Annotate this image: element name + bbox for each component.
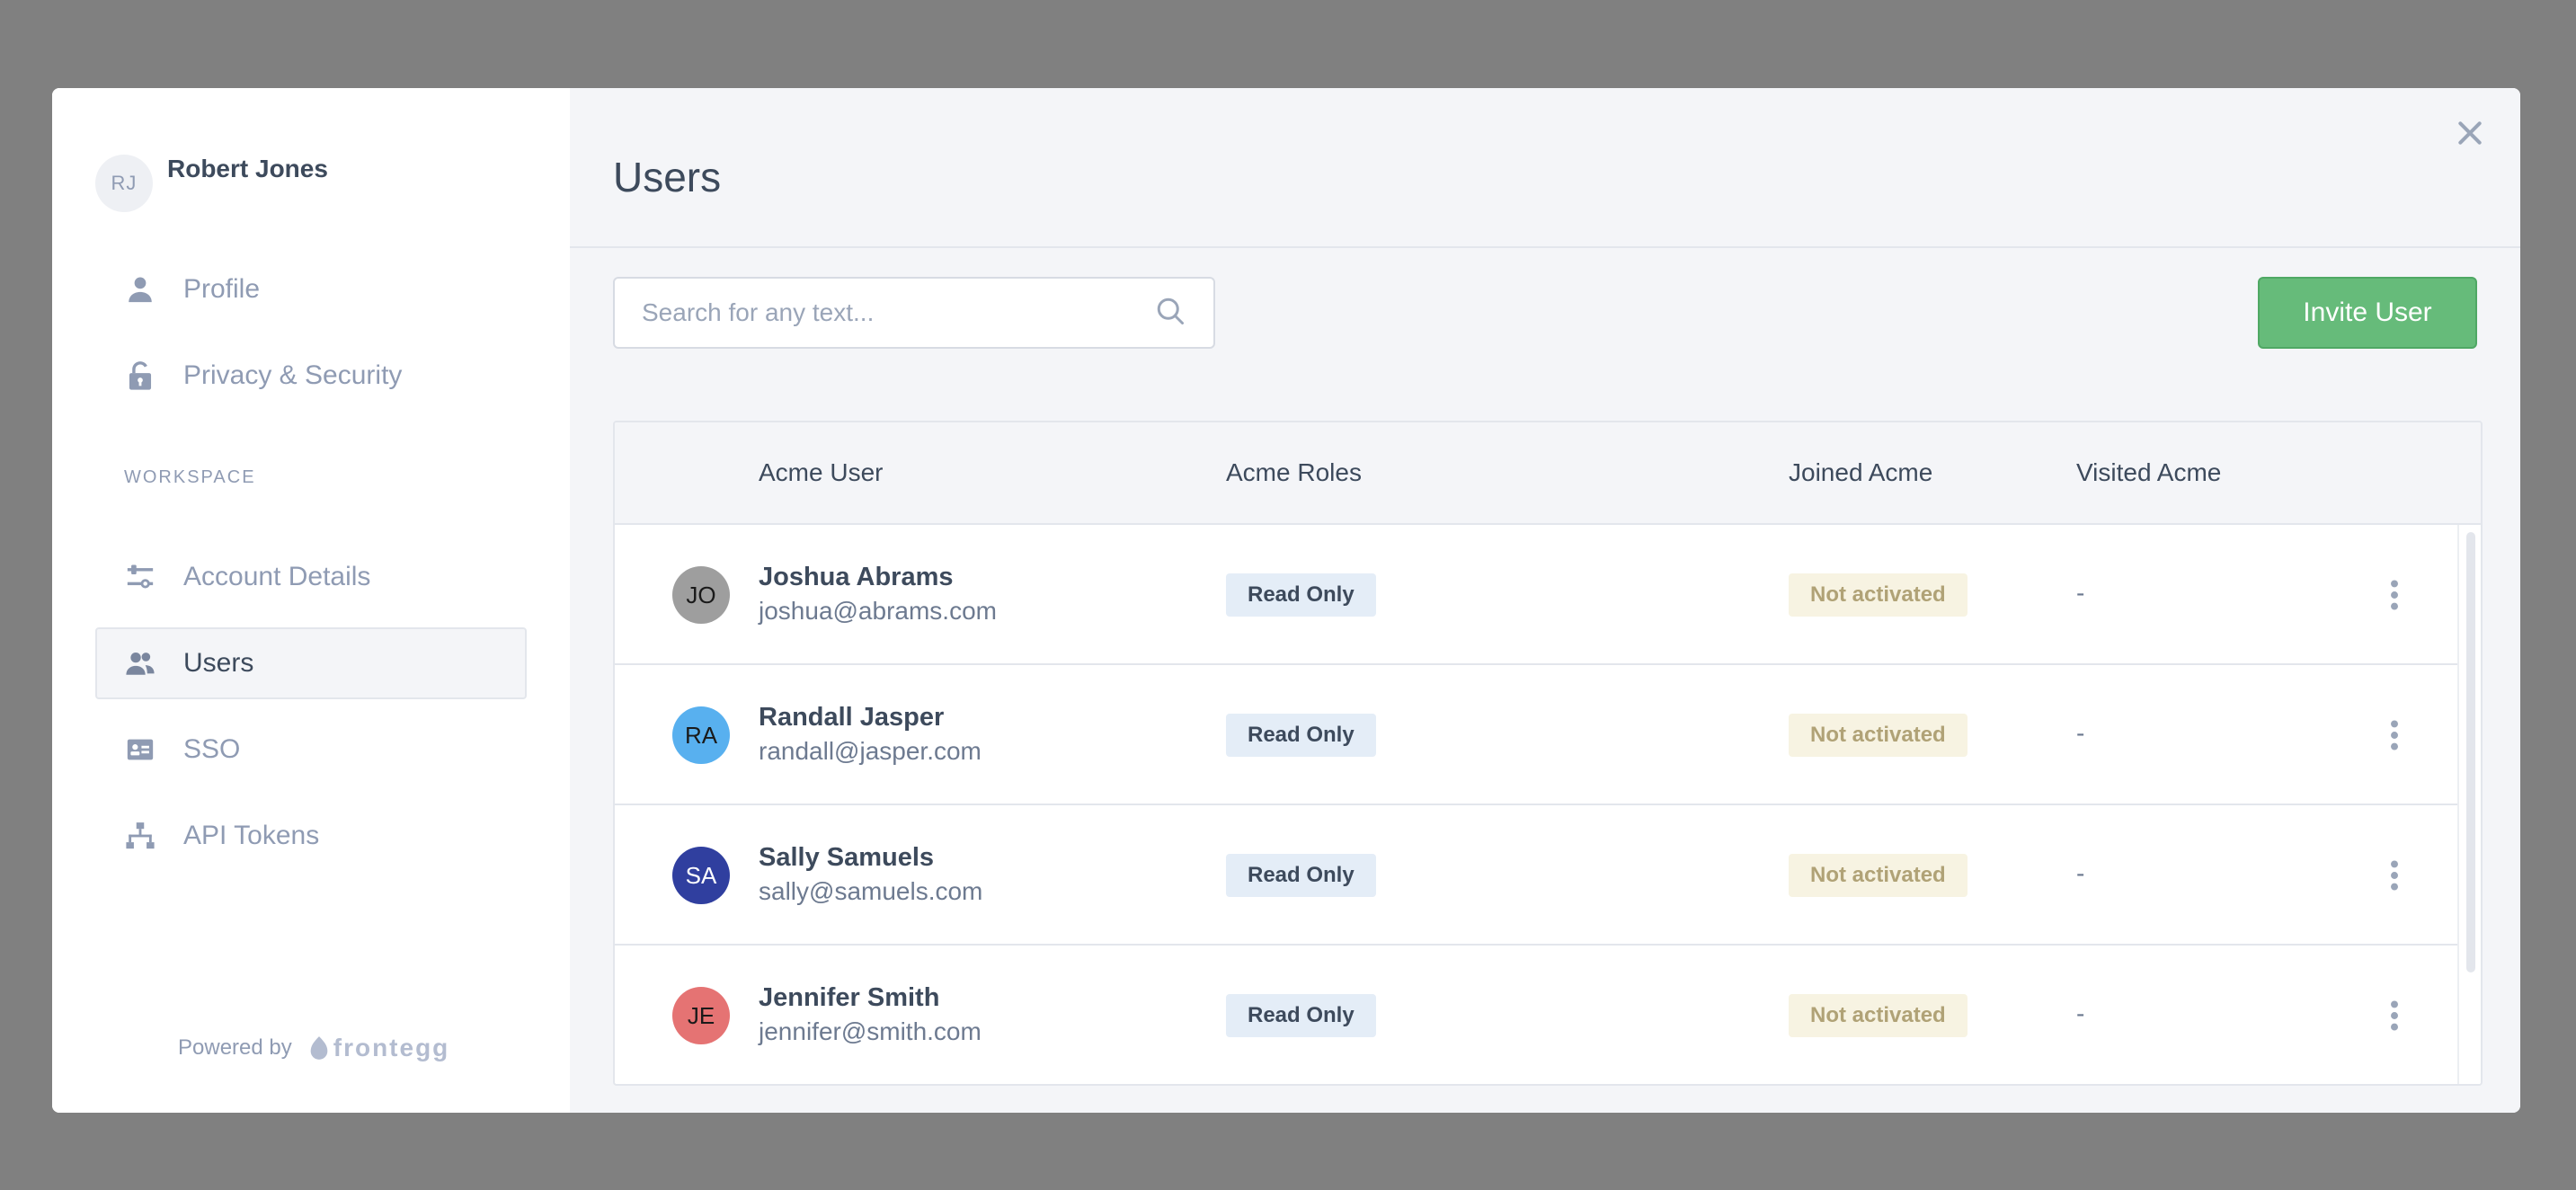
powered-by: Powered by frontegg <box>178 1034 449 1062</box>
user-name: Jennifer Smith <box>759 983 940 1012</box>
user-email: sally@samuels.com <box>759 877 983 905</box>
row-menu-button[interactable] <box>2376 710 2412 760</box>
personal-nav: Profile Privacy & Security <box>95 253 527 426</box>
sidebar-item-sso[interactable]: SSO <box>95 714 527 786</box>
user-email: jennifer@smith.com <box>759 1017 982 1045</box>
avatar: JO <box>672 566 730 624</box>
search-box <box>613 277 1215 349</box>
avatar: SA <box>672 847 730 904</box>
powered-by-label: Powered by <box>178 1035 292 1060</box>
sidebar-item-profile[interactable]: Profile <box>95 253 527 325</box>
row-menu-button[interactable] <box>2376 850 2412 901</box>
table-body: JO Joshua Abrams joshua@abrams.com Read … <box>615 525 2459 1084</box>
role-badge: Read Only <box>1226 573 1376 617</box>
users-icon <box>124 647 156 679</box>
hierarchy-icon <box>124 820 156 852</box>
status-badge: Not activated <box>1789 994 1968 1037</box>
visited-value: - <box>2076 579 2085 607</box>
sidebar-item-users[interactable]: Users <box>95 627 527 699</box>
user-email: randall@jasper.com <box>759 737 982 765</box>
visited-value: - <box>2076 859 2085 887</box>
column-header-roles[interactable]: Acme Roles <box>1226 458 1362 487</box>
lock-icon <box>124 360 156 392</box>
role-badge: Read Only <box>1226 854 1376 897</box>
status-badge: Not activated <box>1789 714 1968 757</box>
sidebar-item-account-details[interactable]: Account Details <box>95 541 527 613</box>
invite-user-button[interactable]: Invite User <box>2258 277 2477 349</box>
search-icon[interactable] <box>1154 295 1186 332</box>
avatar: JE <box>672 987 730 1044</box>
sidebar: RJ Robert Jones Profile Privacy & Securi… <box>52 88 570 1113</box>
visited-value: - <box>2076 719 2085 747</box>
table-row[interactable]: JE Jennifer Smith jennifer@smith.com Rea… <box>615 946 2459 1084</box>
sliders-icon <box>124 561 156 593</box>
user-name: Sally Samuels <box>759 843 935 872</box>
close-button[interactable] <box>2448 111 2492 155</box>
status-badge: Not activated <box>1789 573 1968 617</box>
avatar: RJ <box>95 155 153 212</box>
column-header-user[interactable]: Acme User <box>759 458 883 487</box>
role-badge: Read Only <box>1226 994 1376 1037</box>
column-header-visited[interactable]: Visited Acme <box>2076 458 2221 487</box>
sidebar-item-label: Profile <box>183 274 261 304</box>
status-badge: Not activated <box>1789 854 1968 897</box>
sidebar-item-privacy-security[interactable]: Privacy & Security <box>95 340 527 412</box>
visited-value: - <box>2076 999 2085 1027</box>
current-user: RJ Robert Jones <box>95 155 328 212</box>
column-header-joined[interactable]: Joined Acme <box>1789 458 1932 487</box>
kebab-menu-icon <box>2391 580 2398 610</box>
person-icon <box>124 273 156 306</box>
main-header: Users <box>570 88 2520 248</box>
table-row[interactable]: SA Sally Samuels sally@samuels.com Read … <box>615 805 2459 946</box>
sso-card-icon <box>124 733 156 766</box>
sidebar-item-label: Account Details <box>183 562 371 591</box>
table-row[interactable]: RA Randall Jasper randall@jasper.com Rea… <box>615 665 2459 805</box>
user-email: joshua@abrams.com <box>759 597 997 625</box>
close-icon <box>2458 121 2482 145</box>
workspace-nav: Account Details Users SSO API Tokens <box>95 541 527 886</box>
search-input[interactable] <box>642 298 1154 327</box>
sidebar-item-label: SSO <box>183 734 241 764</box>
page-title: Users <box>613 154 722 200</box>
frontegg-logo: frontegg <box>308 1034 450 1062</box>
table-row[interactable]: JO Joshua Abrams joshua@abrams.com Read … <box>615 525 2459 665</box>
table-scrollbar-thumb[interactable] <box>2466 532 2475 972</box>
user-name: Randall Jasper <box>759 703 945 732</box>
kebab-menu-icon <box>2391 860 2398 891</box>
users-table: Acme User Acme Roles Joined Acme Visited… <box>613 421 2483 1086</box>
row-menu-button[interactable] <box>2376 570 2412 620</box>
table-header: Acme User Acme Roles Joined Acme Visited… <box>615 422 2481 525</box>
role-badge: Read Only <box>1226 714 1376 757</box>
brand-name: frontegg <box>333 1034 450 1061</box>
workspace-section-label: WORKSPACE <box>124 467 256 487</box>
settings-modal: RJ Robert Jones Profile Privacy & Securi… <box>52 88 2520 1113</box>
avatar: RA <box>672 706 730 764</box>
sidebar-item-label: Users <box>183 648 254 678</box>
frontegg-mark-icon <box>310 1036 328 1060</box>
main-content: Users Invite User Acme User Acme Roles J… <box>570 88 2520 1113</box>
user-name: Joshua Abrams <box>759 563 954 591</box>
user-name: Robert Jones <box>167 155 328 182</box>
sidebar-item-api-tokens[interactable]: API Tokens <box>95 800 527 872</box>
kebab-menu-icon <box>2391 720 2398 750</box>
sidebar-item-label: API Tokens <box>183 821 320 850</box>
sidebar-item-label: Privacy & Security <box>183 360 403 390</box>
row-menu-button[interactable] <box>2376 990 2412 1041</box>
kebab-menu-icon <box>2391 1000 2398 1031</box>
